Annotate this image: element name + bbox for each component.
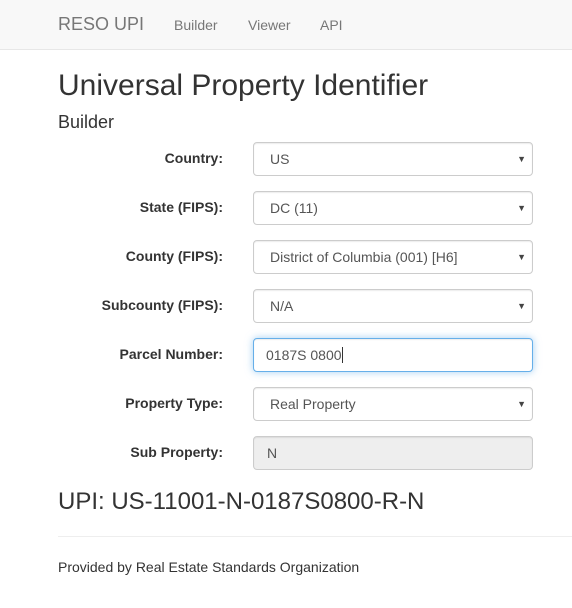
footer-text: Provided by Real Estate Standards Organi… [58,559,360,575]
state-value: DC (11) [270,200,318,216]
subcounty-row: Subcounty (FIPS): N/A ▼ [0,289,572,323]
country-row: Country: US ▼ [0,142,572,176]
sub-property-label: Sub Property: [130,444,223,460]
parcel-value: 0187S 0800 [266,347,342,363]
sub-property-value: N [267,445,278,461]
parcel-label: Parcel Number: [119,346,223,362]
subcounty-select[interactable]: N/A ▼ [253,289,533,323]
subcounty-value: N/A [270,298,294,314]
parcel-row: Parcel Number: 0187S 0800 [0,338,572,372]
brand-link[interactable]: RESO UPI [58,14,144,35]
county-value: District of Columbia (001) [H6] [270,249,458,265]
property-type-row: Property Type: Real Property ▼ [0,387,572,421]
nav-link-viewer[interactable]: Viewer [248,17,291,33]
county-label: County (FIPS): [125,248,223,264]
text-cursor [341,347,343,364]
property-type-select[interactable]: Real Property ▼ [253,387,533,421]
country-value: US [270,151,290,167]
page-subtitle: Builder [58,112,115,132]
county-row: County (FIPS): District of Columbia (001… [0,240,572,274]
property-type-value: Real Property [270,396,356,412]
caret-down-icon: ▼ [517,301,526,311]
county-select[interactable]: District of Columbia (001) [H6] ▼ [253,240,533,274]
navbar: RESO UPI Builder Viewer API [0,0,572,50]
nav-link-builder[interactable]: Builder [174,17,218,33]
caret-down-icon: ▼ [517,399,526,409]
country-label: Country: [164,150,223,166]
nav-link-api[interactable]: API [320,17,343,33]
property-type-label: Property Type: [125,395,223,411]
state-label: State (FIPS): [139,199,223,215]
state-row: State (FIPS): DC (11) ▼ [0,191,572,225]
caret-down-icon: ▼ [517,252,526,262]
state-select[interactable]: DC (11) ▼ [253,191,533,225]
caret-down-icon: ▼ [517,203,526,213]
sub-property-input: N [253,436,533,470]
parcel-number-input[interactable]: 0187S 0800 [253,338,533,372]
footer-divider [58,536,572,537]
upi-result: UPI: US-11001-N-0187S0800-R-N [58,488,425,515]
caret-down-icon: ▼ [517,154,526,164]
sub-property-row: Sub Property: N [0,436,572,470]
country-select[interactable]: US ▼ [253,142,533,176]
subcounty-label: Subcounty (FIPS): [101,297,223,313]
page-title: Universal Property Identifier [58,69,429,102]
